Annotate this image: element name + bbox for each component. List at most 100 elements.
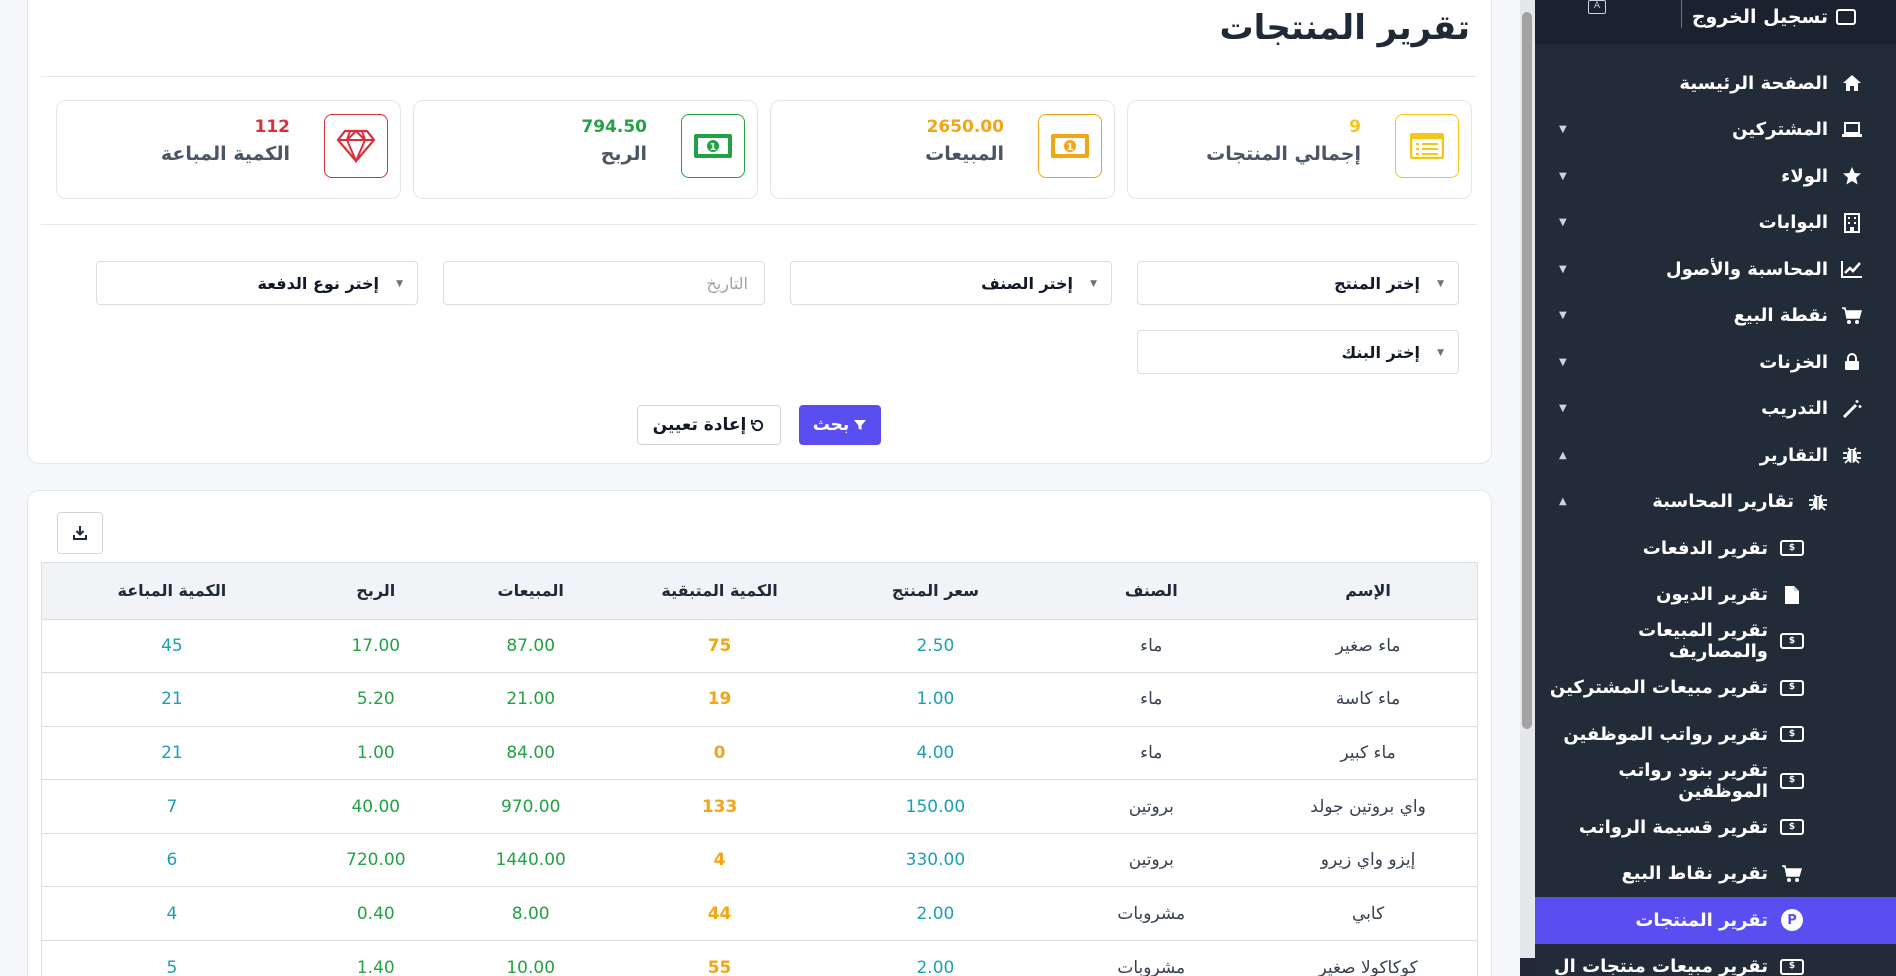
language-icon[interactable]: A	[1588, 0, 1606, 14]
scrollbar-thumb[interactable]	[1522, 12, 1532, 729]
sidebar-item-label: تقرير نقاط البيع	[1621, 863, 1769, 885]
sidebar-item[interactable]: تقرير نقاط البيع	[1535, 851, 1896, 898]
sidebar-item[interactable]: $ تقرير رواتب الموظفين	[1535, 711, 1896, 758]
sidebar-item-label: الصفحة الرئيسية	[1679, 72, 1828, 94]
money-bill-icon: $	[1780, 772, 1804, 789]
sidebar-item-label: البوابات	[1758, 212, 1828, 234]
table-header-cell[interactable]: الكمية المباعة	[42, 563, 302, 619]
logout-icon	[1836, 9, 1856, 25]
sidebar-item[interactable]: الصفحة الرئيسية	[1535, 60, 1896, 107]
table-cell: مشروبات	[1043, 940, 1260, 976]
table-cell: ماء صغير	[1259, 618, 1477, 673]
table-row[interactable]: ماء كبير ماء 4.00 0 84.00 1.00 21	[42, 725, 1477, 780]
chart-line-icon	[1840, 260, 1864, 279]
file-icon	[1780, 585, 1804, 605]
table-row[interactable]: إيزو واي زيرو بروتين 330.00 4 1440.00 720.00 6	[42, 832, 1477, 887]
table-cell: 17.00	[301, 618, 450, 673]
table-row[interactable]: واي بروتين جولد بروتين 150.00 133 970.00 40.0…	[42, 779, 1477, 834]
table-cell: 970.00	[449, 779, 612, 834]
sidebar-item[interactable]: $ تقرير المبيعات والمصاريف	[1535, 618, 1896, 665]
divider	[41, 76, 1477, 77]
search-button-label: بحث	[812, 415, 850, 435]
bug-icon	[1806, 492, 1830, 512]
table-cell: ماء كبير	[1259, 725, 1477, 780]
logout-button[interactable]: تسجيل الخروج	[1692, 6, 1856, 28]
sidebar-item[interactable]: نقطة البيع ▼	[1535, 293, 1896, 340]
table-row[interactable]: كابي مشروبات 2.00 44 8.00 0.40 4	[42, 886, 1477, 941]
product-select[interactable]: ▼ إختر المنتج	[1137, 261, 1459, 305]
table-header-cell[interactable]: الإسم	[1259, 563, 1477, 619]
sidebar-item[interactable]: التدريب ▼	[1535, 386, 1896, 433]
table-cell: ماء كاسة	[1259, 672, 1477, 727]
sidebar-item-label: نقطة البيع	[1733, 305, 1828, 327]
table-cell: 0	[611, 725, 828, 780]
category-select[interactable]: ▼ إختر الصنف	[790, 261, 1112, 305]
sidebar-item[interactable]: التقارير ▲	[1535, 432, 1896, 479]
payment-type-select[interactable]: ▼ إختر نوع الدفعة	[96, 261, 418, 305]
sidebar-item[interactable]: البوابات ▼	[1535, 200, 1896, 247]
table-row[interactable]: ماء صغير ماء 2.50 75 87.00 17.00 45	[42, 618, 1477, 673]
table-cell: 0.40	[301, 886, 450, 941]
table-cell: 1.00	[827, 672, 1044, 727]
money-bill-icon: 1	[1038, 114, 1102, 178]
bank-select[interactable]: ▼ إختر البنك	[1137, 330, 1459, 374]
table-row[interactable]: ماء كاسة ماء 1.00 19 21.00 5.20 21	[42, 672, 1477, 727]
products-table: الإسم الصنف سعر المنتج الكمية المتبقية المبي…	[41, 562, 1478, 976]
table-cell: 5	[42, 940, 302, 976]
download-button[interactable]	[57, 512, 103, 554]
diamond-icon	[324, 114, 388, 178]
stat-card: 1 2650.00 المبيعات	[770, 100, 1115, 199]
sidebar-item[interactable]: P تقرير المنتجات	[1535, 897, 1896, 944]
logout-label: تسجيل الخروج	[1691, 6, 1828, 28]
table-cell: 10.00	[449, 940, 612, 976]
sidebar-item[interactable]: تقارير المحاسبة ▲	[1535, 479, 1896, 526]
search-button[interactable]: بحث	[799, 405, 881, 445]
sidebar-item[interactable]: الولاء ▼	[1535, 153, 1896, 200]
product-select-value: إختر المنتج	[1334, 273, 1420, 293]
home-icon	[1840, 74, 1864, 92]
sidebar-top-bar: تسجيل الخروج A	[1535, 0, 1896, 44]
table-header-cell[interactable]: الكمية المتبقية	[611, 563, 828, 619]
chevron-down-icon: ▼	[1090, 279, 1097, 289]
chevron-up-icon: ▲	[1559, 449, 1567, 461]
stat-label: الكمية المباعة	[160, 143, 290, 165]
sidebar-item[interactable]: تقرير الديون	[1535, 572, 1896, 619]
reset-button[interactable]: إعادة تعيين	[637, 405, 781, 445]
chevron-down-icon: ▼	[1437, 279, 1444, 289]
table-row[interactable]: كوكاكولا صغير مشروبات 2.00 55 10.00 1.40 5	[42, 940, 1477, 976]
sidebar-item[interactable]: $ تقرير قسيمة الرواتب	[1535, 804, 1896, 851]
sidebar-item[interactable]: $ تقرير بنود رواتب الموظفين	[1535, 758, 1896, 805]
table-cell: 19	[611, 672, 828, 727]
stat-label: إجمالي المنتجات	[1206, 143, 1361, 165]
table-header-cell[interactable]: الربح	[301, 563, 450, 619]
product-p-icon: P	[1780, 909, 1804, 932]
table-cell: 1.00	[301, 725, 450, 780]
table-header-cell[interactable]: الصنف	[1043, 563, 1260, 619]
table-cell: 21	[42, 672, 302, 727]
sidebar-item[interactable]: المحاسبة والأصول ▼	[1535, 246, 1896, 293]
sidebar-item[interactable]: $ تقرير الدفعات	[1535, 525, 1896, 572]
table-header-cell[interactable]: المبيعات	[449, 563, 612, 619]
sidebar-item-label: الولاء	[1781, 165, 1828, 187]
sidebar-item[interactable]: الخزنات ▼	[1535, 339, 1896, 386]
table-header-cell[interactable]: سعر المنتج	[827, 563, 1044, 619]
sidebar-item[interactable]: المشتركين ▼	[1535, 107, 1896, 154]
bank-select-value: إختر البنك	[1341, 342, 1420, 362]
payment-type-select-value: إختر نوع الدفعة	[257, 273, 379, 293]
sidebar-item-label: تقرير رواتب الموظفين	[1563, 723, 1768, 745]
stat-card: 9 إجمالي المنتجات	[1127, 100, 1472, 199]
magic-wand-icon	[1840, 399, 1864, 419]
chevron-up-icon: ▲	[1559, 496, 1567, 508]
sidebar: تسجيل الخروج A الصفحة الرئيسية المشتركين ▼…	[1535, 0, 1896, 976]
date-input[interactable]: التاريخ	[443, 261, 765, 305]
chevron-down-icon: ▼	[396, 279, 403, 289]
table-cell: 2.00	[827, 940, 1044, 976]
sidebar-item-label: المحاسبة والأصول	[1665, 258, 1828, 280]
money-bill-icon: $	[1780, 679, 1804, 696]
sidebar-item[interactable]: $ تقرير مبيعات منتجات ال	[1535, 944, 1896, 976]
table-cell: إيزو واي زيرو	[1259, 832, 1477, 887]
stat-value: 794.50	[581, 117, 647, 137]
cart-icon	[1840, 307, 1864, 325]
sidebar-item[interactable]: $ تقرير مبيعات المشتركين	[1535, 665, 1896, 712]
table-cell: واي بروتين جولد	[1259, 779, 1477, 834]
